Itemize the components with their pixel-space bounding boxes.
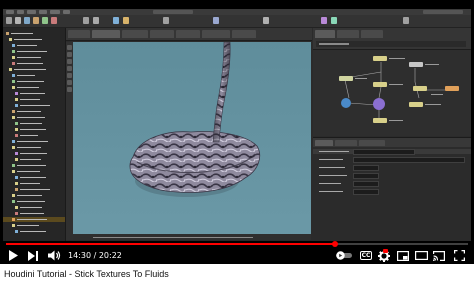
miniplayer-icon bbox=[397, 250, 409, 261]
subtitles-button[interactable]: CC bbox=[358, 249, 374, 262]
play-button[interactable] bbox=[6, 249, 20, 262]
network-editor-header bbox=[313, 28, 471, 50]
parameter-editor-panel[interactable] bbox=[313, 147, 471, 241]
network-node[interactable] bbox=[341, 98, 351, 108]
time-separator: / bbox=[91, 251, 99, 260]
time-total: 20:22 bbox=[98, 251, 122, 260]
parameter-field[interactable] bbox=[353, 157, 465, 163]
viewport-status-bar bbox=[73, 234, 311, 240]
time-display: 14:30 / 20:22 bbox=[68, 249, 122, 262]
viewport-tab-bar bbox=[66, 28, 312, 41]
volume-icon bbox=[47, 250, 60, 261]
autoplay-toggle-icon bbox=[336, 251, 352, 260]
fullscreen-button[interactable] bbox=[452, 249, 466, 262]
network-node[interactable] bbox=[373, 98, 385, 110]
volume-button[interactable] bbox=[46, 249, 62, 262]
parameter-field[interactable] bbox=[353, 165, 379, 171]
scene-viewport bbox=[73, 42, 311, 240]
theater-mode-icon bbox=[414, 251, 428, 260]
node-network-editor[interactable] bbox=[313, 50, 471, 136]
cast-icon bbox=[433, 250, 445, 261]
skip-next-icon bbox=[28, 250, 38, 261]
parameter-field[interactable] bbox=[353, 181, 379, 187]
fullscreen-icon bbox=[453, 250, 465, 261]
theater-mode-button[interactable] bbox=[414, 249, 428, 262]
time-current: 14:30 bbox=[68, 251, 92, 260]
network-node[interactable] bbox=[373, 82, 387, 87]
network-node[interactable] bbox=[445, 86, 459, 91]
player-controls: 14:30 / 20:22 CC bbox=[0, 247, 474, 264]
play-icon bbox=[9, 250, 18, 261]
next-button[interactable] bbox=[26, 249, 40, 262]
hd-badge bbox=[383, 249, 388, 253]
network-node[interactable] bbox=[413, 86, 427, 91]
network-node[interactable] bbox=[339, 76, 353, 81]
cast-button[interactable] bbox=[432, 249, 446, 262]
houdini-screen-capture bbox=[3, 9, 471, 241]
viewport-side-toolbar bbox=[66, 42, 73, 240]
progress-played bbox=[6, 243, 335, 245]
network-node[interactable] bbox=[409, 102, 423, 107]
network-node[interactable] bbox=[373, 56, 387, 61]
parameter-editor-header bbox=[313, 137, 471, 147]
network-node[interactable] bbox=[373, 118, 387, 123]
subtitles-icon: CC bbox=[359, 251, 373, 260]
network-node[interactable] bbox=[409, 62, 423, 67]
parameter-field[interactable] bbox=[353, 189, 379, 195]
fluid-mesh-render bbox=[129, 42, 261, 197]
scene-tree-panel bbox=[3, 28, 66, 241]
node-wires bbox=[344, 62, 451, 120]
parameter-field[interactable] bbox=[353, 173, 379, 179]
video-progress-bar[interactable] bbox=[6, 241, 468, 247]
video-title[interactable]: Houdini Tutorial - Stick Textures To Flu… bbox=[4, 268, 169, 280]
autoplay-toggle[interactable] bbox=[336, 249, 354, 262]
video-player[interactable]: 14:30 / 20:22 CC bbox=[0, 0, 474, 264]
houdini-shelf-toolbar bbox=[3, 15, 471, 28]
miniplayer-button[interactable] bbox=[396, 249, 410, 262]
